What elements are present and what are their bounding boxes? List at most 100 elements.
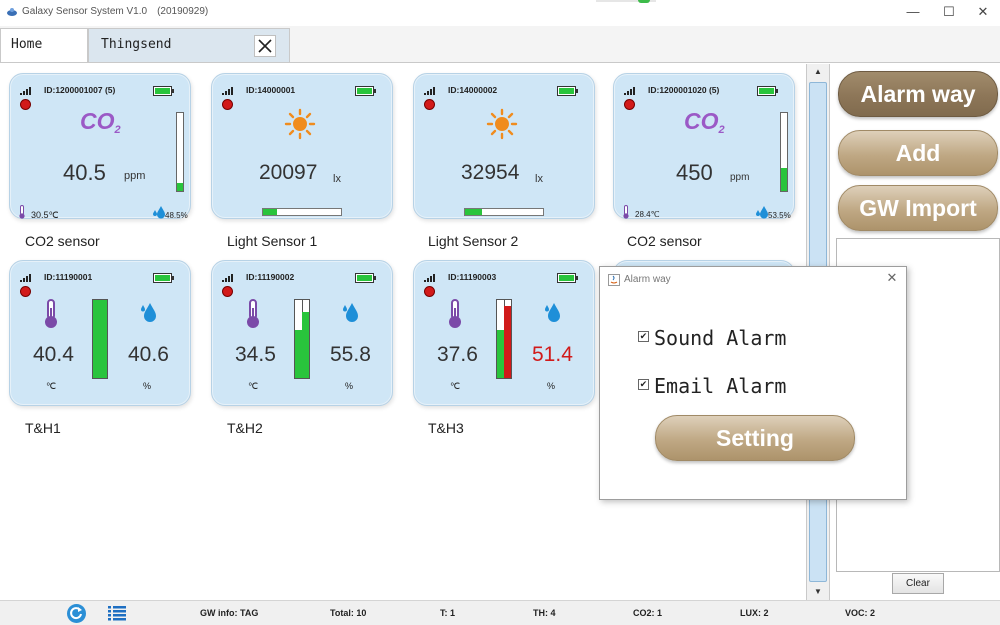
sensor-card-th-2[interactable]: ID:11190002 34.5 55.8 ℃ %	[211, 260, 393, 406]
add-button[interactable]: Add	[838, 130, 998, 176]
sensor-card-co2-1[interactable]: ID:1200001007 (5) CO2 40.5 ppm 30.5℃ 48.…	[9, 73, 191, 220]
tab-close-button[interactable]	[254, 35, 276, 57]
co2-value: 40.5	[63, 160, 106, 185]
dialog-close-button[interactable]: ✕	[884, 270, 900, 286]
email-alarm-label: Email Alarm	[654, 374, 787, 398]
status-dot	[222, 99, 233, 110]
humidity-value-alarm: 51.4	[532, 343, 573, 366]
sensor-name: CO2 sensor	[627, 233, 702, 249]
co2-unit: ppm	[124, 170, 146, 182]
sensor-id: ID:1200001007 (5)	[44, 85, 116, 95]
humidity-value: 55.8	[330, 343, 371, 366]
email-alarm-checkbox[interactable]: ✔	[638, 379, 649, 390]
signal-icon	[424, 87, 435, 95]
battery-icon	[153, 86, 174, 96]
alarm-way-dialog: Alarm way ✕ ✔ Sound Alarm ✔ Email Alarm …	[599, 266, 907, 500]
sensor-card-co2-2[interactable]: ID:1200001020 (5) CO2 450 ppm 28.4℃ 53.5…	[613, 73, 795, 220]
gw-info: GW info: TAG	[200, 608, 259, 618]
humidity-drops-icon	[756, 206, 768, 219]
tab-bar: Home Thingsend	[0, 26, 1000, 63]
temperature-value: 34.5	[235, 343, 276, 366]
humidity-reading: 48.5%	[165, 211, 188, 220]
sensor-id: ID:11190001	[44, 272, 93, 282]
sensor-card-light-1[interactable]: ID:14000001 20097 lx	[211, 73, 393, 219]
signal-icon	[222, 274, 233, 282]
humidity-unit: %	[143, 381, 152, 391]
tab-thingsend[interactable]: Thingsend	[88, 28, 290, 62]
sensor-name: T&H2	[227, 420, 263, 436]
humidity-unit: %	[547, 381, 556, 391]
scroll-up-button[interactable]: ▲	[807, 65, 829, 79]
thermometer-small-icon	[19, 205, 25, 219]
light-value: 32954	[461, 161, 520, 184]
water-drop-icon	[141, 303, 156, 322]
scroll-down-button[interactable]: ▼	[807, 585, 829, 599]
total-count: Total: 10	[330, 608, 367, 618]
sound-alarm-checkbox[interactable]: ✔	[638, 331, 649, 342]
co2-level-bar	[780, 112, 788, 192]
sensor-name: Light Sensor 2	[428, 233, 519, 249]
thermometer-icon	[449, 299, 461, 328]
sensor-id: ID:11190003	[448, 272, 497, 282]
status-dot	[424, 99, 435, 110]
t-count: T: 1	[440, 608, 456, 618]
status-dot	[424, 286, 435, 297]
minimize-button[interactable]: —	[898, 2, 928, 22]
temperature-reading: 30.5℃	[31, 210, 59, 220]
light-unit: lx	[535, 173, 543, 185]
co2-unit: ppm	[730, 172, 750, 183]
sensor-name: T&H3	[428, 420, 464, 436]
refresh-icon[interactable]	[67, 604, 86, 623]
signal-icon	[624, 87, 635, 95]
co2-count: CO2: 1	[633, 608, 663, 618]
voc-count: VOC: 2	[845, 608, 876, 618]
signal-icon	[20, 87, 31, 95]
battery-icon	[355, 273, 376, 283]
th-level-bar	[294, 299, 310, 379]
th-level-bar	[92, 299, 108, 379]
sensor-card-th-3[interactable]: ID:11190003 37.6 51.4 ℃ %	[413, 260, 595, 406]
sensor-name: T&H1	[25, 420, 61, 436]
humidity-drops-icon	[153, 206, 165, 219]
light-value: 20097	[259, 161, 318, 184]
signal-icon	[222, 87, 233, 95]
title-bar: Galaxy Sensor System V1.0 (20190929) — ☐ …	[0, 0, 1000, 26]
temperature-value: 40.4	[33, 343, 74, 366]
water-drop-icon	[545, 303, 560, 322]
alarm-way-button[interactable]: Alarm way	[838, 71, 998, 117]
battery-icon	[757, 86, 778, 96]
humidity-unit: %	[345, 381, 354, 391]
thermometer-icon	[247, 299, 259, 328]
signal-icon	[20, 274, 31, 282]
sun-icon	[284, 108, 316, 140]
sound-alarm-label: Sound Alarm	[654, 326, 787, 350]
close-icon	[258, 39, 272, 53]
battery-icon	[153, 273, 174, 283]
thermometer-icon	[45, 299, 57, 328]
sensor-id: ID:14000001	[246, 85, 296, 95]
battery-icon	[355, 86, 376, 96]
setting-button[interactable]: Setting	[655, 415, 855, 461]
co2-icon: CO2	[684, 108, 725, 136]
light-unit: lx	[333, 173, 341, 185]
lux-count: LUX: 2	[740, 608, 769, 618]
sensor-name: Light Sensor 1	[227, 233, 318, 249]
co2-icon: CO2	[80, 108, 121, 136]
status-dot	[20, 286, 31, 297]
list-icon[interactable]	[108, 606, 126, 621]
th-count: TH: 4	[533, 608, 556, 618]
status-bar: GW info: TAG Total: 10 T: 1 TH: 4 CO2: 1…	[0, 600, 1000, 625]
temperature-unit: ℃	[450, 381, 461, 391]
close-window-button[interactable]: ✕	[968, 2, 998, 22]
gw-import-button[interactable]: GW Import	[838, 185, 998, 231]
maximize-button[interactable]: ☐	[934, 2, 964, 22]
sun-icon	[486, 108, 518, 140]
water-drop-icon	[343, 303, 358, 322]
temperature-value: 37.6	[437, 343, 478, 366]
status-dot	[624, 99, 635, 110]
tab-home[interactable]: Home	[0, 28, 88, 62]
clear-button[interactable]: Clear	[892, 573, 944, 594]
sensor-card-th-1[interactable]: ID:11190001 40.4 40.6 ℃ %	[9, 260, 191, 406]
sensor-card-light-2[interactable]: ID:14000002 32954 lx	[413, 73, 595, 219]
sensor-id: ID:1200001020 (5)	[648, 85, 720, 95]
